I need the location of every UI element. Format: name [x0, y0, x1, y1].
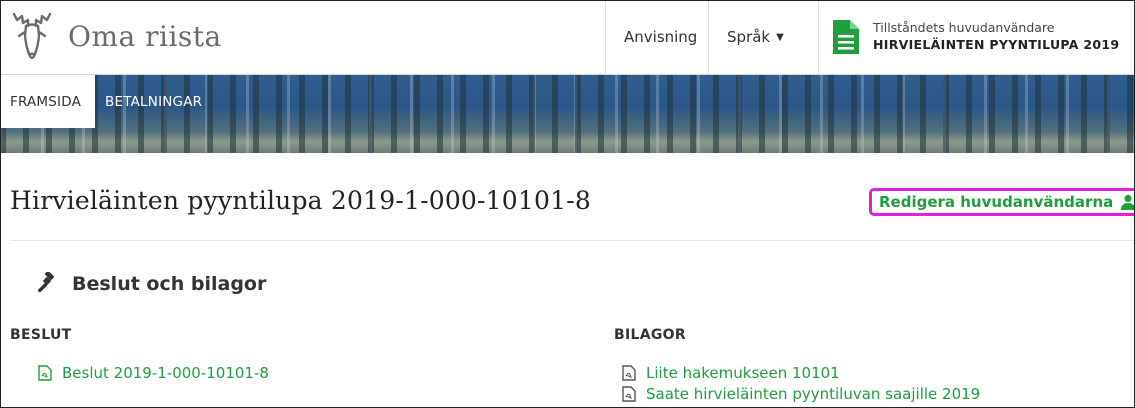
- decision-file-label: Beslut 2019-1-000-10101-8: [62, 364, 269, 382]
- attachment-file-link[interactable]: Saate hirvieläinten pyyntiluvan saajille…: [622, 385, 980, 403]
- document-icon: [833, 20, 859, 54]
- gavel-icon: [38, 272, 55, 293]
- attachment-file-label: Liite hakemukseen 10101: [646, 364, 840, 382]
- language-dropdown[interactable]: Språk ▼: [708, 0, 818, 74]
- pdf-file-icon: [38, 365, 52, 381]
- decision-file-link[interactable]: Beslut 2019-1-000-10101-8: [38, 364, 269, 382]
- section-heading-label: Beslut och bilagor: [72, 273, 267, 295]
- guide-link[interactable]: Anvisning: [605, 0, 708, 74]
- permit-subtitle: Tillståndets huvudanvändare: [873, 20, 1055, 36]
- main-tabs: FRAMSIDA BETALNINGAR: [0, 75, 216, 128]
- permit-selector[interactable]: Tillståndets huvudanvändare HIRVIELÄINTE…: [818, 0, 1135, 74]
- pdf-file-icon: [622, 386, 636, 402]
- moose-logo-icon[interactable]: [8, 10, 56, 64]
- guide-link-label: Anvisning: [624, 28, 698, 46]
- pdf-file-icon: [622, 365, 636, 381]
- permit-title: HIRVIELÄINTEN PYYNTILUPA 2019: [873, 37, 1120, 52]
- decisions-heading: BESLUT: [10, 327, 72, 343]
- language-label: Språk: [727, 28, 771, 46]
- title-divider: [10, 240, 1135, 241]
- user-icon: [1121, 194, 1135, 210]
- tab-framsida[interactable]: FRAMSIDA: [0, 75, 96, 128]
- permit-text: Tillståndets huvudanvändare HIRVIELÄINTE…: [873, 20, 1119, 54]
- section-heading: Beslut och bilagor: [36, 272, 266, 296]
- edit-main-users-link[interactable]: Redigera huvudanvändarna: [869, 188, 1135, 216]
- attachments-heading: BILAGOR: [614, 327, 686, 343]
- attachment-file-label: Saate hirvieläinten pyyntiluvan saajille…: [646, 385, 981, 403]
- brand-name[interactable]: Oma riista: [68, 20, 222, 53]
- edit-main-users-label: Redigera huvudanvändarna: [879, 193, 1114, 211]
- top-navbar: Oma riista Anvisning Språk ▼ Tillståndet…: [0, 0, 1135, 75]
- page-title: Hirvieläinten pyyntilupa 2019-1-000-1010…: [10, 186, 591, 215]
- tab-betalningar[interactable]: BETALNINGAR: [95, 75, 216, 128]
- caret-down-icon: ▼: [776, 31, 784, 43]
- attachment-file-link[interactable]: Liite hakemukseen 10101: [622, 364, 840, 382]
